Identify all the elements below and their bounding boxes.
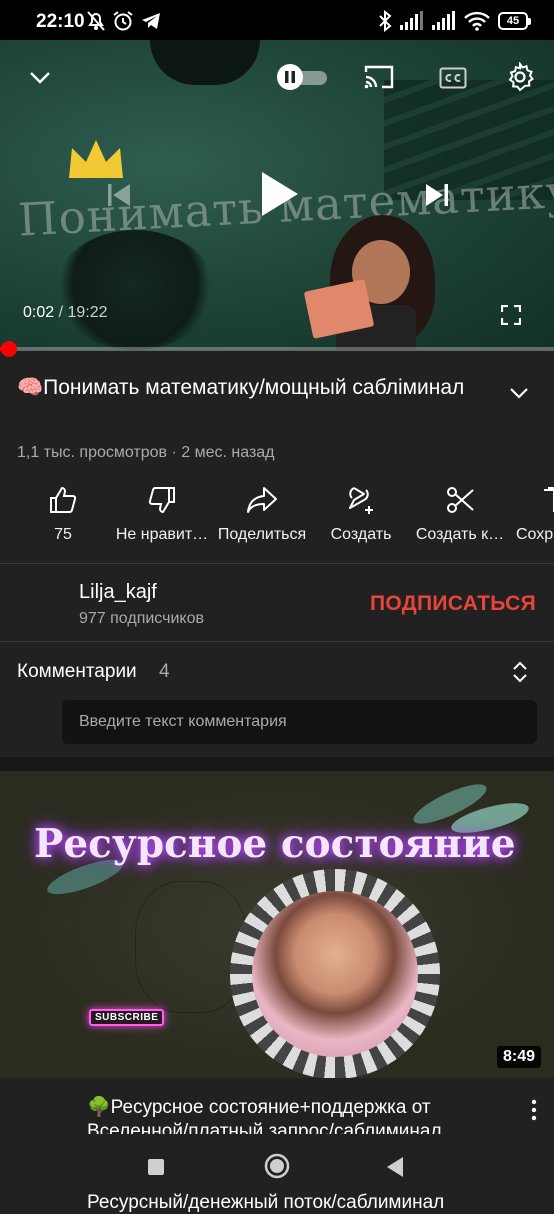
plant-art bbox=[55, 230, 215, 350]
video-title[interactable]: 🧠Понимать математику/мощный сабліминал bbox=[17, 372, 487, 404]
progress-scrubber[interactable] bbox=[1, 341, 17, 357]
play-button[interactable] bbox=[252, 164, 308, 224]
skip-next-icon bbox=[426, 184, 448, 206]
divider bbox=[0, 641, 554, 642]
woman-photo bbox=[252, 891, 418, 1057]
save-label: Сохр bbox=[516, 526, 554, 543]
more-vert-icon bbox=[531, 1099, 537, 1121]
fullscreen-button[interactable] bbox=[498, 302, 524, 328]
next-video-button[interactable] bbox=[418, 176, 456, 214]
chevron-down-icon bbox=[510, 388, 528, 399]
recommended-video-thumbnail[interactable]: Ресурсное состояние SUBSCRIBE bbox=[0, 771, 554, 1078]
muted-bell-icon bbox=[87, 11, 105, 31]
comment-input[interactable]: Введите текст комментария bbox=[62, 700, 537, 744]
subscribe-badge-art: SUBSCRIBE bbox=[89, 1009, 165, 1026]
video-meta: 1,1 тыс. просмотров · 2 мес. назад bbox=[17, 444, 275, 461]
settings-button[interactable] bbox=[503, 60, 537, 94]
video-duration: 19:22 bbox=[67, 304, 108, 321]
gear-icon bbox=[508, 62, 534, 92]
thumbnail-title-text: Ресурсное состояние bbox=[34, 821, 516, 867]
expand-description-button[interactable] bbox=[504, 378, 534, 408]
play-icon bbox=[262, 172, 298, 216]
cast-icon bbox=[364, 65, 394, 89]
recommended-duration-badge: 8:49 bbox=[497, 1046, 542, 1068]
comments-count: 4 bbox=[159, 661, 170, 682]
bluetooth-icon bbox=[379, 10, 392, 32]
section-separator bbox=[0, 757, 554, 771]
like-count: 75 bbox=[54, 526, 72, 543]
create-label: Создать bbox=[330, 526, 392, 543]
wifi-icon bbox=[464, 11, 490, 31]
dislike-button[interactable]: Не нравит… bbox=[112, 480, 212, 544]
previous-video-button[interactable] bbox=[100, 176, 138, 214]
save-button[interactable]: Сохр bbox=[512, 480, 554, 544]
time-separator: / bbox=[54, 304, 68, 321]
fullscreen-icon bbox=[501, 305, 521, 325]
alarm-icon bbox=[113, 11, 133, 31]
current-time: 0:02 bbox=[23, 304, 55, 321]
recommended-video-title[interactable]: 🌳Ресурсное состояние+поддержка от Вселен… bbox=[87, 1096, 507, 1134]
pause-icon bbox=[285, 71, 295, 83]
subscribe-button[interactable]: ПОДПИСАТЬСЯ bbox=[370, 592, 536, 616]
status-icons-left bbox=[86, 10, 162, 32]
thumbs-down-icon bbox=[148, 487, 175, 514]
telegram-icon bbox=[142, 13, 160, 29]
progress-track[interactable] bbox=[0, 347, 554, 351]
autoplay-toggle[interactable] bbox=[277, 64, 329, 90]
flower-sketch-art bbox=[135, 881, 247, 1013]
create-clip-button[interactable]: Создать к… bbox=[410, 480, 510, 544]
toggle-knob bbox=[277, 64, 303, 90]
signal-icon-1 bbox=[400, 11, 423, 30]
cc-icon bbox=[439, 67, 467, 89]
captions-button[interactable] bbox=[437, 64, 469, 92]
share-label: Поделиться bbox=[217, 526, 307, 543]
scissors-icon bbox=[447, 487, 474, 513]
cast-button[interactable] bbox=[362, 62, 396, 92]
back-button[interactable] bbox=[385, 1156, 407, 1178]
recents-button[interactable] bbox=[147, 1158, 165, 1176]
comments-title[interactable]: Комментарии bbox=[17, 661, 137, 683]
square-icon bbox=[148, 1159, 164, 1175]
chevron-down-icon bbox=[30, 72, 50, 84]
save-icon bbox=[544, 487, 554, 512]
circle-icon bbox=[264, 1153, 290, 1179]
action-row: 75 Не нравит… Поделиться Создать Создать… bbox=[0, 480, 554, 560]
comments-expand-button[interactable] bbox=[506, 658, 534, 686]
recommended-more-button[interactable] bbox=[522, 1096, 546, 1124]
home-button[interactable] bbox=[263, 1152, 291, 1180]
skip-previous-icon bbox=[108, 184, 130, 206]
share-icon bbox=[247, 487, 277, 513]
create-button[interactable]: Создать bbox=[311, 480, 411, 544]
thumbs-up-icon bbox=[50, 486, 77, 513]
recommended-title-line1: 🌳Ресурсное состояние+поддержка от bbox=[87, 1097, 431, 1118]
next-recommended-title: Ресурсный/денежный поток/саблиминал bbox=[87, 1192, 445, 1213]
subscriber-count: 977 подписчиков bbox=[79, 610, 204, 627]
collapse-player-button[interactable] bbox=[24, 62, 56, 94]
share-button[interactable]: Поделиться bbox=[212, 480, 312, 544]
like-button[interactable]: 75 bbox=[13, 480, 113, 544]
create-clip-label: Создать к… bbox=[415, 526, 505, 543]
battery-indicator: 45 bbox=[498, 12, 531, 30]
create-icon bbox=[349, 487, 373, 514]
signal-icon-2 bbox=[432, 11, 455, 30]
status-icons-right: 45 bbox=[378, 10, 531, 32]
triangle-back-icon bbox=[387, 1157, 403, 1177]
channel-name[interactable]: Lilja_kajf bbox=[79, 581, 157, 604]
dislike-label: Не нравит… bbox=[115, 526, 209, 543]
recommended-title-line2: Вселенной/платный запрос/саблиминал bbox=[87, 1121, 442, 1134]
playback-time: 0:02 / 19:22 bbox=[23, 304, 108, 322]
background-cup-art bbox=[150, 40, 260, 85]
unfold-icon bbox=[513, 661, 527, 683]
status-time: 22:10 bbox=[36, 11, 85, 32]
divider bbox=[0, 563, 554, 564]
